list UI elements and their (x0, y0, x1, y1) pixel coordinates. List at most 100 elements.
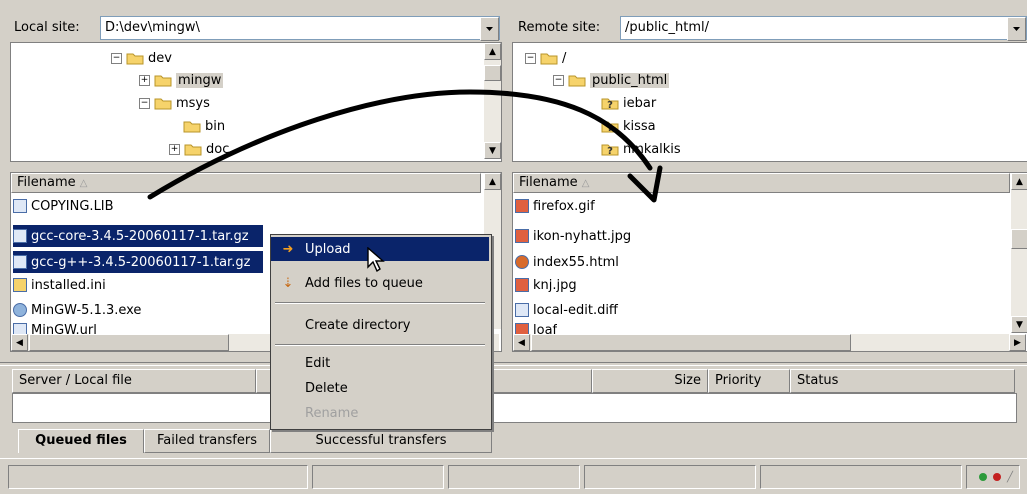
tree-item-label: kissa (623, 118, 656, 134)
image-file-icon (515, 199, 529, 213)
column-header-priority[interactable]: Priority (708, 369, 790, 393)
queue-list[interactable] (12, 393, 1017, 423)
image-file-icon (515, 229, 529, 243)
folder-icon (183, 121, 201, 133)
tree-item-msys[interactable]: − msys (139, 93, 210, 113)
file-row[interactable]: COPYING.LIB (13, 195, 114, 217)
menu-item-rename: Rename (305, 405, 359, 421)
remote-list-vscrollbar[interactable]: ▲ ▼ (1011, 173, 1027, 333)
file-icon (515, 303, 529, 317)
chevron-down-icon (486, 27, 493, 31)
menu-item-create-directory[interactable]: Create directory (271, 313, 489, 337)
tree-item-label: mingw (176, 72, 224, 88)
file-row-selected[interactable]: gcc-g++-3.4.5-20060117-1.tar.gz (13, 251, 263, 273)
local-tree[interactable]: − dev + mingw − msys bin + doc ▲ ▼ (10, 42, 502, 162)
folder-icon (126, 53, 144, 65)
tree-item-mingw[interactable]: + mingw (139, 70, 224, 90)
scroll-thumb[interactable] (484, 65, 501, 81)
remote-path-value: /public_html/ (625, 20, 709, 35)
file-row[interactable]: local-edit.diff (515, 299, 618, 321)
svg-text:?: ? (607, 123, 613, 133)
archive-icon (13, 229, 27, 243)
remote-site-label: Remote site: (518, 20, 601, 35)
folder-icon (540, 53, 558, 65)
expand-icon[interactable]: + (169, 143, 180, 155)
help-folder-icon: ? (601, 144, 619, 156)
scroll-up-button[interactable]: ▲ (1011, 173, 1027, 190)
file-row[interactable]: installed.ini (13, 274, 106, 296)
image-file-icon (515, 278, 529, 292)
resize-grip-icon[interactable]: ╱ (1007, 472, 1013, 483)
column-header-status[interactable]: Status (790, 369, 1015, 393)
tree-item-label: bin (205, 118, 226, 134)
column-header-filename[interactable]: Filename △ (513, 173, 1010, 193)
file-row[interactable]: firefox.gif (515, 195, 595, 217)
tree-item-root[interactable]: − / (525, 48, 566, 68)
tree-item-dev[interactable]: − dev (111, 48, 172, 68)
scroll-right-button[interactable]: ▶ (1009, 334, 1026, 351)
sort-ascending-icon: △ (581, 178, 590, 189)
tree-item-kissa[interactable]: ? kissa (601, 116, 656, 136)
status-led-red-icon (993, 473, 1001, 481)
tree-item-public-html[interactable]: − public_html (553, 70, 670, 90)
scroll-left-button[interactable]: ◀ (11, 334, 28, 351)
folder-icon (154, 98, 172, 110)
scroll-down-button[interactable]: ▼ (484, 142, 501, 159)
file-row[interactable]: knj.jpg (515, 274, 577, 296)
expand-icon[interactable]: + (139, 74, 150, 86)
scroll-down-button[interactable]: ▼ (1011, 316, 1027, 333)
tree-item-nmkalkis[interactable]: ? nmkalkis (601, 139, 681, 159)
local-tree-scrollbar[interactable]: ▲ ▼ (484, 43, 501, 159)
remote-file-list[interactable]: Filename △ firefox.gif ikon-nyhatt.jpg i… (512, 172, 1027, 352)
tree-item-iebar[interactable]: ? iebar (601, 93, 656, 113)
collapse-icon[interactable]: − (111, 52, 122, 64)
remote-path-dropdown-button[interactable] (1007, 17, 1026, 41)
tree-item-bin[interactable]: bin (183, 116, 225, 136)
tree-item-doc[interactable]: + doc (169, 139, 229, 159)
file-row[interactable]: MinGW-5.1.3.exe (13, 299, 141, 321)
remote-list-hscrollbar[interactable]: ◀ ▶ (513, 334, 1026, 351)
queue-add-icon: ⇣ (282, 275, 294, 291)
remote-path-combo[interactable]: /public_html/ (620, 16, 1027, 41)
menu-item-delete[interactable]: Delete (271, 376, 489, 400)
scroll-thumb[interactable] (1011, 229, 1027, 249)
status-panel-leds: ╱ (966, 465, 1020, 489)
collapse-icon[interactable]: − (139, 97, 150, 109)
scroll-left-button[interactable]: ◀ (513, 334, 530, 351)
help-folder-icon: ? (601, 98, 619, 110)
scroll-thumb[interactable] (531, 334, 851, 351)
menu-separator (275, 302, 485, 304)
file-row[interactable]: ikon-nyhatt.jpg (515, 225, 631, 247)
status-panel-2 (312, 465, 444, 489)
menu-item-edit[interactable]: Edit (271, 351, 489, 375)
queue-divider (0, 362, 1027, 366)
collapse-icon[interactable]: − (553, 74, 564, 86)
tab-successful-transfers[interactable]: Successful transfers (270, 429, 492, 453)
folder-icon (184, 144, 202, 156)
status-panel-5 (760, 465, 962, 489)
local-path-dropdown-button[interactable] (480, 17, 499, 41)
status-panel-4 (584, 465, 756, 489)
menu-item-add-files-to-queue[interactable]: ⇣ Add files to queue (271, 271, 489, 295)
upload-arrow-icon: ➜ (282, 241, 294, 257)
mouse-cursor-icon (367, 247, 385, 273)
file-icon (13, 199, 27, 213)
tab-queued-files[interactable]: Queued files (18, 429, 144, 453)
remote-tree[interactable]: − / − public_html ? iebar ? kissa ? nmka… (512, 42, 1027, 162)
file-row[interactable]: index55.html (515, 251, 619, 273)
installer-icon (13, 303, 27, 317)
scroll-up-button[interactable]: ▲ (484, 43, 501, 60)
column-header-size[interactable]: Size (592, 369, 708, 393)
scroll-up-button[interactable]: ▲ (484, 173, 501, 190)
chevron-down-icon (1013, 27, 1020, 31)
collapse-icon[interactable]: − (525, 52, 536, 64)
html-file-icon (515, 255, 529, 269)
column-header-server-local-file[interactable]: Server / Local file (12, 369, 256, 393)
local-path-combo[interactable]: D:\dev\mingw\ (100, 16, 500, 41)
scroll-thumb[interactable] (29, 334, 229, 351)
file-row-selected[interactable]: gcc-core-3.4.5-20060117-1.tar.gz (13, 225, 263, 247)
status-panel-main (8, 465, 308, 489)
column-header-filename[interactable]: Filename △ (11, 173, 481, 193)
tab-failed-transfers[interactable]: Failed transfers (144, 429, 270, 453)
status-panel-3 (448, 465, 580, 489)
